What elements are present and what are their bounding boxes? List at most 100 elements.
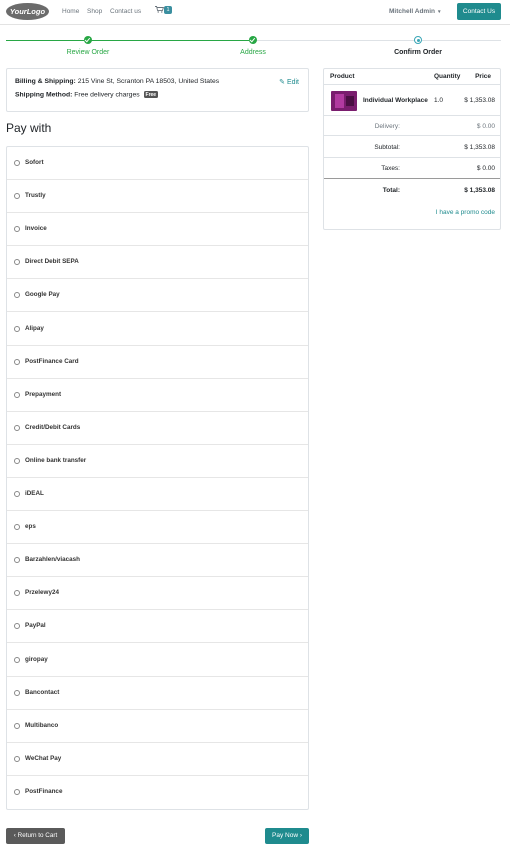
billing-label: Billing & Shipping: [15, 78, 76, 85]
step-review-order[interactable]: Review Order [43, 49, 133, 56]
payment-option-label: PayPal [25, 622, 46, 630]
payment-option-label: Multibanco [25, 721, 59, 729]
radio-button[interactable] [14, 424, 20, 431]
radio-button[interactable] [14, 259, 20, 266]
payment-option-label: Google Pay [25, 291, 60, 299]
radio-button[interactable] [14, 788, 20, 795]
nav-shop-link[interactable]: Shop [87, 8, 102, 15]
edit-address-link[interactable]: ✎ Edit [279, 78, 299, 86]
billing-value: 215 Vine St, Scranton PA 18503, United S… [77, 78, 220, 85]
radio-button[interactable] [14, 755, 20, 762]
address-summary: Billing & Shipping: 215 Vine St, Scranto… [6, 68, 309, 112]
radio-button[interactable] [14, 226, 20, 233]
total-value: $ 1,353.08 [464, 187, 495, 194]
payment-option[interactable]: Bancontact [7, 677, 308, 710]
free-badge: Free [143, 91, 159, 98]
nav-home-link[interactable]: Home [62, 8, 79, 15]
radio-button[interactable] [14, 193, 20, 200]
radio-button[interactable] [14, 557, 20, 564]
radio-button[interactable] [14, 325, 20, 332]
caret-down-icon: ▾ [437, 9, 441, 15]
user-menu[interactable]: Mitchell Admin ▾ [389, 8, 441, 15]
radio-button[interactable] [14, 358, 20, 365]
shipping-value: Free delivery charges [74, 91, 140, 99]
payment-option[interactable]: Prepayment [7, 379, 308, 412]
payment-option-label: Prepayment [25, 390, 62, 398]
step-check-icon [84, 36, 92, 44]
pay-now-button[interactable]: Pay Now › [265, 828, 309, 844]
payment-option[interactable]: giropay [7, 644, 308, 677]
payment-option-label: PostFinance Card [25, 357, 79, 365]
payment-option[interactable]: PayPal [7, 610, 308, 644]
payment-option[interactable]: Trustly [7, 180, 308, 214]
payment-option-label: PostFinance [25, 787, 63, 795]
divider [324, 157, 500, 158]
col-price: Price [475, 73, 491, 80]
divider [324, 84, 500, 85]
product-price: $ 1,353.08 [464, 97, 495, 104]
return-to-cart-button[interactable]: ‹ Return to Cart [6, 828, 65, 844]
divider [324, 178, 500, 179]
payment-option[interactable]: eps [7, 511, 308, 545]
payment-option[interactable]: PostFinance [7, 776, 308, 809]
cart-icon[interactable] [155, 6, 165, 15]
payment-option-label: Barzahlen/viacash [25, 556, 80, 564]
payment-option-label: WeChat Pay [25, 754, 62, 762]
payment-option-label: Direct Debit SEPA [25, 258, 79, 266]
step-confirm-order: Confirm Order [394, 49, 442, 56]
subtotal-value: $ 1,353.08 [464, 144, 495, 151]
payment-option-label: Trustly [25, 192, 46, 200]
pay-with-title: Pay with [6, 121, 52, 135]
radio-button[interactable] [14, 391, 20, 398]
delivery-label: Delivery: [374, 123, 400, 130]
radio-button[interactable] [14, 491, 20, 497]
nav-contact-link[interactable]: Contact us [110, 8, 141, 15]
payment-option[interactable]: Multibanco [7, 710, 308, 743]
taxes-label: Taxes: [381, 165, 400, 172]
payment-option-label: Przelewy24 [25, 589, 59, 597]
radio-button[interactable] [14, 722, 20, 729]
payment-option[interactable]: Sofort [7, 147, 308, 180]
step-address[interactable]: Address [208, 49, 298, 56]
delivery-value: $ 0.00 [476, 123, 495, 130]
logo[interactable]: YourLogo [6, 3, 49, 20]
radio-button[interactable] [14, 292, 20, 299]
shipping-line: Shipping Method: Free delivery charges F… [15, 91, 159, 99]
divider [324, 115, 500, 116]
order-summary: Product Quantity Price Individual Workpl… [323, 68, 501, 230]
payment-option[interactable]: Google Pay [7, 279, 308, 313]
payment-option[interactable]: Przelewy24 [7, 577, 308, 611]
wizard-progress-line-done [6, 40, 250, 41]
step-current-icon [414, 36, 422, 44]
product-name[interactable]: Individual Workplace [363, 97, 428, 104]
payment-option[interactable]: Direct Debit SEPA [7, 246, 308, 280]
payment-option[interactable]: iDEAL [7, 478, 308, 511]
wizard-progress-line [250, 40, 501, 41]
payment-option[interactable]: WeChat Pay [7, 743, 308, 776]
radio-button[interactable] [14, 457, 20, 464]
step-check-icon [249, 36, 257, 44]
product-image[interactable] [331, 91, 357, 111]
radio-button[interactable] [14, 623, 20, 630]
promo-code-link[interactable]: I have a promo code [436, 209, 495, 216]
top-navbar: YourLogo Home Shop Contact us 1 Mitchell… [0, 0, 510, 25]
payment-option[interactable]: Online bank transfer [7, 445, 308, 478]
radio-button[interactable] [14, 689, 20, 696]
radio-button[interactable] [14, 524, 20, 531]
payment-option[interactable]: Alipay [7, 313, 308, 346]
edit-label: Edit [286, 79, 299, 86]
contact-us-button[interactable]: Contact Us [457, 3, 501, 20]
payment-option-label: Bancontact [25, 688, 60, 696]
subtotal-label: Subtotal: [374, 144, 400, 151]
payment-option-label: Alipay [25, 324, 44, 332]
payment-option[interactable]: Barzahlen/viacash [7, 544, 308, 578]
payment-option[interactable]: PostFinance Card [7, 346, 308, 379]
payment-option-label: eps [25, 523, 36, 531]
radio-button[interactable] [14, 160, 20, 166]
payment-option[interactable]: Invoice [7, 213, 308, 247]
payment-option-label: iDEAL [25, 490, 44, 497]
taxes-value: $ 0.00 [476, 165, 495, 172]
payment-option[interactable]: Credit/Debit Cards [7, 412, 308, 445]
radio-button[interactable] [14, 590, 20, 597]
radio-button[interactable] [14, 656, 20, 663]
